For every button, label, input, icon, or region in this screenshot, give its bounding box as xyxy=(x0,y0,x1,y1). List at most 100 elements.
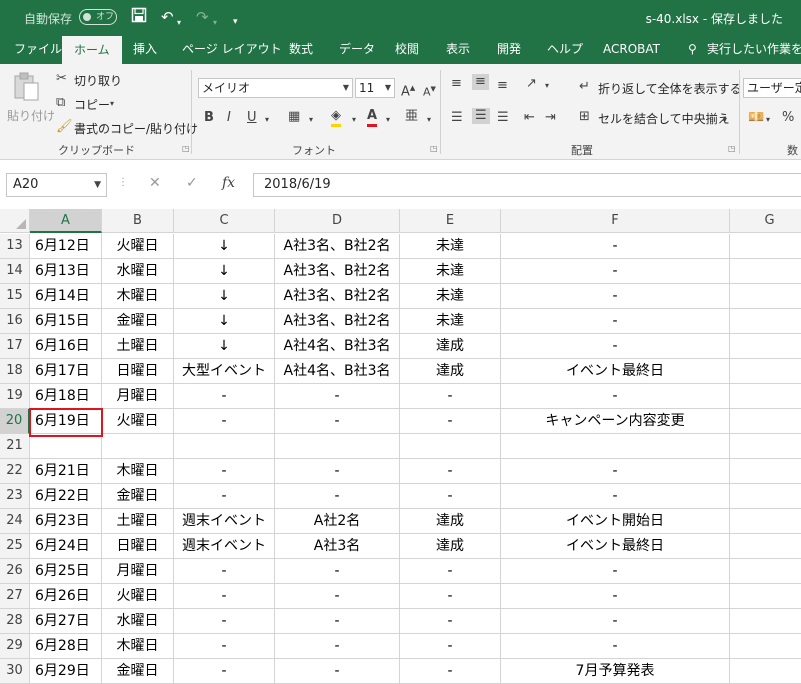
cell-a20[interactable]: 6月19日 xyxy=(30,409,102,434)
cell-e21[interactable] xyxy=(400,434,501,459)
cell-c19[interactable]: - xyxy=(174,384,275,409)
cell-c13[interactable]: ↓ xyxy=(174,234,275,259)
cell-e22[interactable]: - xyxy=(400,459,501,484)
align-center-icon[interactable]: ☰ xyxy=(472,108,490,124)
font-launcher-icon[interactable]: ◳ xyxy=(430,144,438,153)
cell-d19[interactable]: - xyxy=(275,384,400,409)
cell-c26[interactable]: - xyxy=(174,559,275,584)
borders-icon[interactable]: ▦ xyxy=(288,109,300,125)
orientation-icon[interactable]: ↗ xyxy=(526,76,537,92)
customize-toolbar-icon[interactable]: ▾ xyxy=(233,12,238,32)
cell-f30[interactable]: 7月予算発表 xyxy=(501,659,730,684)
column-header-b[interactable]: B xyxy=(102,209,174,233)
cell-a14[interactable]: 6月13日 xyxy=(30,259,102,284)
tab-file[interactable]: ファイル xyxy=(12,34,64,64)
row-header-14[interactable]: 14 xyxy=(0,259,30,284)
paste-label[interactable]: 貼り付け xyxy=(7,107,55,124)
row-header-25[interactable]: 25 xyxy=(0,534,30,559)
column-header-c[interactable]: C xyxy=(174,209,275,233)
decrease-indent-icon[interactable]: ⇤ xyxy=(524,110,535,126)
redo-icon[interactable]: ↷ xyxy=(196,7,209,27)
enter-icon[interactable]: ✓ xyxy=(186,175,198,191)
tab-help[interactable]: ヘルプ xyxy=(545,34,585,64)
cell-a24[interactable]: 6月23日 xyxy=(30,509,102,534)
cell-d26[interactable]: - xyxy=(275,559,400,584)
cell-g19[interactable] xyxy=(730,384,801,409)
cell-f27[interactable]: - xyxy=(501,584,730,609)
cell-f15[interactable]: - xyxy=(501,284,730,309)
tab-review[interactable]: 校閲 xyxy=(393,34,421,64)
cell-g25[interactable] xyxy=(730,534,801,559)
cell-f25[interactable]: イベント最終日 xyxy=(501,534,730,559)
cell-a21[interactable] xyxy=(30,434,102,459)
cell-d20[interactable]: - xyxy=(275,409,400,434)
percent-icon[interactable]: % xyxy=(782,110,794,126)
cell-e23[interactable]: - xyxy=(400,484,501,509)
cell-f23[interactable]: - xyxy=(501,484,730,509)
cell-a17[interactable]: 6月16日 xyxy=(30,334,102,359)
phonetic-icon[interactable]: 亜 xyxy=(405,109,418,125)
accounting-format-icon[interactable]: 💴 xyxy=(748,110,764,126)
cell-d22[interactable]: - xyxy=(275,459,400,484)
save-icon[interactable] xyxy=(131,7,147,28)
cell-a29[interactable]: 6月28日 xyxy=(30,634,102,659)
orientation-dropdown-icon[interactable]: ▾ xyxy=(545,78,549,94)
align-top-icon[interactable]: ≡ xyxy=(451,76,462,92)
cell-e24[interactable]: 達成 xyxy=(400,509,501,534)
copy-button[interactable]: コピー xyxy=(74,96,110,113)
cell-c24[interactable]: 週末イベント xyxy=(174,509,275,534)
cell-g28[interactable] xyxy=(730,609,801,634)
row-header-28[interactable]: 28 xyxy=(0,609,30,634)
cell-e27[interactable]: - xyxy=(400,584,501,609)
cell-b13[interactable]: 火曜日 xyxy=(102,234,174,259)
cell-g30[interactable] xyxy=(730,659,801,684)
cell-g24[interactable] xyxy=(730,509,801,534)
tab-home[interactable]: ホーム xyxy=(62,36,122,64)
row-header-30[interactable]: 30 xyxy=(0,659,30,684)
cell-d15[interactable]: A社3名、B社2名 xyxy=(275,284,400,309)
column-header-f[interactable]: F xyxy=(501,209,730,233)
decrease-font-icon[interactable]: A▼ xyxy=(423,81,436,101)
underline-icon[interactable]: U xyxy=(247,110,257,126)
row-header-22[interactable]: 22 xyxy=(0,459,30,484)
cell-c16[interactable]: ↓ xyxy=(174,309,275,334)
phonetic-dropdown-icon[interactable]: ▾ xyxy=(427,112,431,128)
cell-g27[interactable] xyxy=(730,584,801,609)
cell-c30[interactable]: - xyxy=(174,659,275,684)
merge-dropdown-icon[interactable]: ▾ xyxy=(723,112,727,128)
cell-a22[interactable]: 6月21日 xyxy=(30,459,102,484)
borders-dropdown-icon[interactable]: ▾ xyxy=(309,112,313,128)
redo-dropdown-icon[interactable]: ▾ xyxy=(213,13,217,33)
cell-b19[interactable]: 月曜日 xyxy=(102,384,174,409)
copy-dropdown-icon[interactable]: ▾ xyxy=(110,96,114,112)
formula-input[interactable]: 2018/6/19 xyxy=(253,173,801,197)
cell-b20[interactable]: 火曜日 xyxy=(102,409,174,434)
cell-f17[interactable]: - xyxy=(501,334,730,359)
cell-e18[interactable]: 達成 xyxy=(400,359,501,384)
cell-f24[interactable]: イベント開始日 xyxy=(501,509,730,534)
accounting-dropdown-icon[interactable]: ▾ xyxy=(766,112,770,128)
increase-indent-icon[interactable]: ⇥ xyxy=(545,110,556,126)
cell-d17[interactable]: A社4名、B社3名 xyxy=(275,334,400,359)
cell-c15[interactable]: ↓ xyxy=(174,284,275,309)
column-header-a[interactable]: A xyxy=(30,209,102,233)
alignment-launcher-icon[interactable]: ◳ xyxy=(728,144,736,153)
row-header-21[interactable]: 21 xyxy=(0,434,30,459)
tell-me-search[interactable]: 実行したい作業を入 xyxy=(705,34,801,64)
bold-icon[interactable]: B xyxy=(204,110,214,126)
row-header-27[interactable]: 27 xyxy=(0,584,30,609)
cell-a19[interactable]: 6月18日 xyxy=(30,384,102,409)
italic-icon[interactable]: I xyxy=(227,110,231,126)
cell-c22[interactable]: - xyxy=(174,459,275,484)
column-header-d[interactable]: D xyxy=(275,209,400,233)
cell-f18[interactable]: イベント最終日 xyxy=(501,359,730,384)
cell-a27[interactable]: 6月26日 xyxy=(30,584,102,609)
undo-icon[interactable]: ↶ xyxy=(161,7,174,27)
tab-page-layout[interactable]: ページ レイアウト xyxy=(180,34,284,64)
tab-formulas[interactable]: 数式 xyxy=(287,34,315,64)
row-header-26[interactable]: 26 xyxy=(0,559,30,584)
cell-a26[interactable]: 6月25日 xyxy=(30,559,102,584)
cell-f22[interactable]: - xyxy=(501,459,730,484)
cell-d21[interactable] xyxy=(275,434,400,459)
cell-g26[interactable] xyxy=(730,559,801,584)
